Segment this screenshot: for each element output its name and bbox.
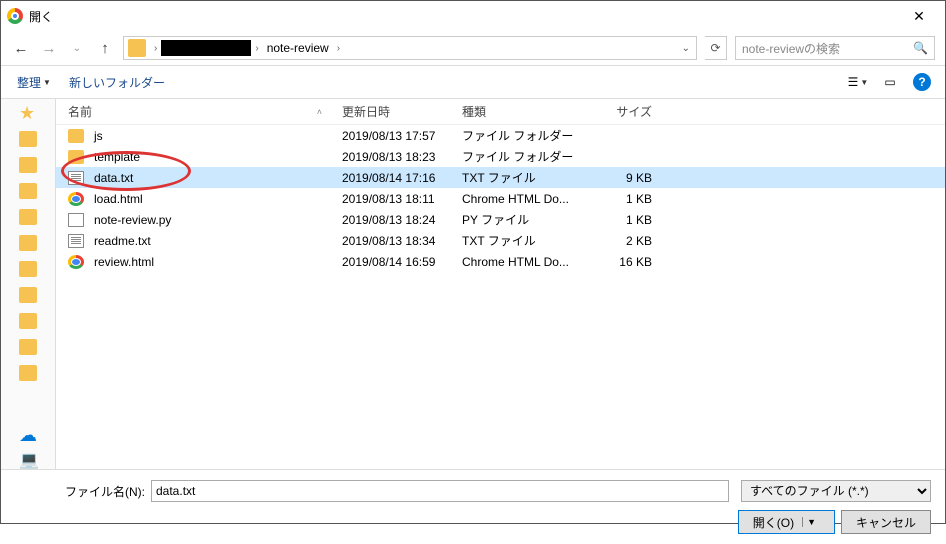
new-folder-button[interactable]: 新しいフォルダー	[63, 70, 171, 95]
chrome-icon	[7, 8, 23, 24]
col-header-type[interactable]: 種類	[462, 103, 592, 120]
refresh-button[interactable]: ⟳	[705, 36, 727, 60]
nav-row: ← → ⌄ ↑ › █████ › note-review › ⌄ ⟳ note…	[1, 31, 945, 65]
cancel-button[interactable]: キャンセル	[841, 510, 931, 534]
toolbar: 整理 ▼ 新しいフォルダー ☰ ▼ ▭ ?	[1, 65, 945, 99]
sidebar-folder-icon[interactable]	[19, 339, 37, 355]
sidebar-folder-icon[interactable]	[19, 261, 37, 277]
file-name: note-review.py	[94, 213, 171, 227]
breadcrumb-path[interactable]: › █████ › note-review › ⌄	[123, 36, 697, 60]
organize-button[interactable]: 整理 ▼	[11, 70, 57, 95]
sidebar-folder-icon[interactable]	[19, 365, 37, 381]
close-button[interactable]: ✕	[899, 2, 939, 30]
py-icon	[68, 213, 84, 227]
chevron-icon: ›	[150, 43, 161, 54]
open-button[interactable]: 開く(O)▼	[738, 510, 835, 534]
file-list: js 2019/08/13 17:57ファイル フォルダー template 2019…	[56, 125, 945, 272]
file-type: PY ファイル	[462, 211, 592, 228]
file-size: 9 KB	[592, 171, 662, 185]
file-date: 2019/08/13 18:23	[342, 150, 462, 164]
sidebar-folder-icon[interactable]	[19, 131, 37, 147]
title-bar: 開く ✕	[1, 1, 945, 31]
window-title: 開く	[29, 8, 899, 25]
txt-icon	[68, 234, 84, 248]
file-row[interactable]: review.html 2019/08/14 16:59Chrome HTML D…	[56, 251, 945, 272]
file-date: 2019/08/13 18:34	[342, 234, 462, 248]
folder-icon	[128, 39, 146, 57]
file-type: ファイル フォルダー	[462, 148, 592, 165]
search-placeholder: note-reviewの検索	[742, 40, 840, 57]
footer: ファイル名(N): すべてのファイル (*.*) 開く(O)▼ キャンセル	[1, 469, 945, 544]
file-type: Chrome HTML Do...	[462, 255, 592, 269]
preview-button[interactable]: ▭	[877, 71, 903, 93]
open-dropdown[interactable]: ▼	[802, 517, 820, 527]
filename-input[interactable]	[151, 480, 729, 502]
file-name: review.html	[94, 255, 154, 269]
chevron-icon: ›	[251, 43, 262, 54]
file-row[interactable]: note-review.py 2019/08/13 18:24PY ファイル1 K…	[56, 209, 945, 230]
chrome-icon	[68, 255, 84, 269]
col-header-name[interactable]: 名前˄	[62, 103, 342, 120]
view-button[interactable]: ☰ ▼	[845, 71, 871, 93]
sidebar-folder-icon[interactable]	[19, 209, 37, 225]
column-headers: 名前˄ 更新日時 種類 サイズ	[56, 99, 945, 125]
file-name: js	[94, 129, 103, 143]
sidebar: ★ ☁ 💻	[1, 99, 56, 469]
filter-select[interactable]: すべてのファイル (*.*)	[741, 480, 931, 502]
sidebar-folder-icon[interactable]	[19, 157, 37, 173]
file-name: data.txt	[94, 171, 133, 185]
file-row[interactable]: data.txt 2019/08/14 17:16TXT ファイル9 KB	[56, 167, 945, 188]
file-row[interactable]: template 2019/08/13 18:23ファイル フォルダー	[56, 146, 945, 167]
file-size: 1 KB	[592, 192, 662, 206]
file-list-pane: 名前˄ 更新日時 種類 サイズ js 2019/08/13 17:57ファイル フ…	[56, 99, 945, 469]
path-dropdown[interactable]: ⌄	[676, 43, 696, 54]
col-header-size[interactable]: サイズ	[592, 103, 662, 120]
forward-button[interactable]: →	[39, 40, 59, 57]
file-name: template	[94, 150, 140, 164]
file-size: 1 KB	[592, 213, 662, 227]
pc-icon[interactable]: 💻	[19, 453, 37, 469]
search-input[interactable]: note-reviewの検索 🔍	[735, 36, 935, 60]
col-header-date[interactable]: 更新日時	[342, 103, 462, 120]
file-size: 16 KB	[592, 255, 662, 269]
folder-icon	[68, 129, 84, 143]
sidebar-folder-icon[interactable]	[19, 313, 37, 329]
file-row[interactable]: js 2019/08/13 17:57ファイル フォルダー	[56, 125, 945, 146]
file-date: 2019/08/13 18:24	[342, 213, 462, 227]
recent-dropdown[interactable]: ⌄	[67, 43, 87, 54]
chevron-icon: ›	[333, 43, 344, 54]
up-button[interactable]: ↑	[95, 40, 115, 57]
sidebar-folder-icon[interactable]	[19, 235, 37, 251]
file-type: Chrome HTML Do...	[462, 192, 592, 206]
file-size: 2 KB	[592, 234, 662, 248]
file-date: 2019/08/14 17:16	[342, 171, 462, 185]
txt-icon	[68, 171, 84, 185]
file-type: ファイル フォルダー	[462, 127, 592, 144]
file-type: TXT ファイル	[462, 232, 592, 249]
chrome-icon	[68, 192, 84, 206]
folder-icon	[68, 150, 84, 164]
file-date: 2019/08/13 18:11	[342, 192, 462, 206]
search-icon: 🔍	[913, 41, 928, 55]
file-row[interactable]: load.html 2019/08/13 18:11Chrome HTML Do.…	[56, 188, 945, 209]
quickaccess-icon[interactable]: ★	[19, 105, 37, 121]
file-type: TXT ファイル	[462, 169, 592, 186]
file-name: readme.txt	[94, 234, 151, 248]
filename-label: ファイル名(N):	[15, 483, 145, 500]
file-date: 2019/08/13 17:57	[342, 129, 462, 143]
file-date: 2019/08/14 16:59	[342, 255, 462, 269]
help-button[interactable]: ?	[909, 71, 935, 93]
path-segment-redacted[interactable]: █████	[161, 40, 251, 56]
onedrive-icon[interactable]: ☁	[19, 427, 37, 443]
sidebar-folder-icon[interactable]	[19, 183, 37, 199]
file-row[interactable]: readme.txt 2019/08/13 18:34TXT ファイル2 KB	[56, 230, 945, 251]
path-segment-current[interactable]: note-review	[263, 41, 333, 55]
back-button[interactable]: ←	[11, 40, 31, 57]
sidebar-folder-icon[interactable]	[19, 287, 37, 303]
file-name: load.html	[94, 192, 143, 206]
